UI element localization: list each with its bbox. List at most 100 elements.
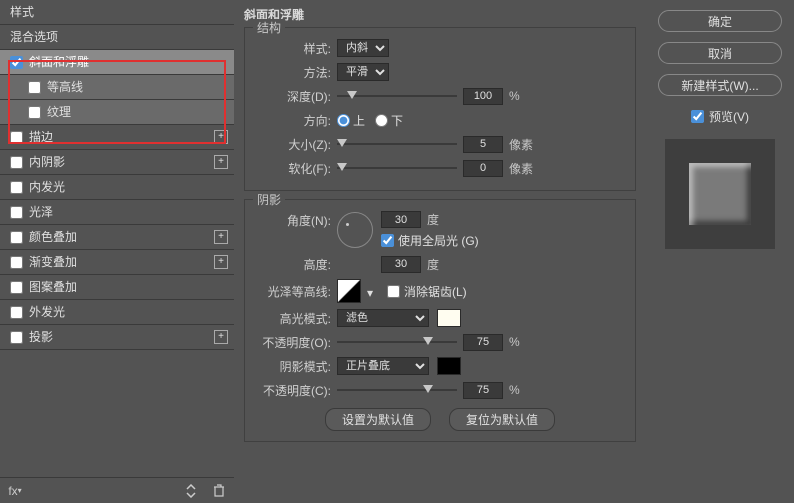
style-checkbox[interactable] — [10, 331, 23, 344]
trash-icon[interactable] — [210, 482, 228, 500]
shadow-mode-select[interactable]: 正片叠底 — [337, 357, 429, 375]
structure-title: 结构 — [253, 19, 285, 36]
panel-title: 斜面和浮雕 — [244, 6, 636, 23]
add-effect-icon[interactable]: + — [214, 330, 228, 344]
add-effect-icon[interactable]: + — [214, 255, 228, 269]
style-item[interactable]: 描边+ — [0, 125, 234, 150]
style-checkbox[interactable] — [10, 256, 23, 269]
style-checkbox[interactable] — [10, 56, 23, 69]
technique-select[interactable]: 平滑 — [337, 63, 389, 81]
style-checkbox[interactable] — [10, 281, 23, 294]
style-list: 斜面和浮雕等高线纹理描边+内阴影+内发光光泽颜色叠加 + 渐变叠加 + 图案叠加外发光投… — [0, 50, 234, 477]
soften-input[interactable] — [463, 160, 503, 177]
style-item[interactable]: 内发光 — [0, 175, 234, 200]
style-item[interactable]: 颜色叠加 + — [0, 225, 234, 250]
style-checkbox[interactable] — [10, 156, 23, 169]
preview-checkbox[interactable]: 预览(V) — [691, 108, 749, 125]
style-label: 样式: — [255, 40, 337, 57]
blend-options-row[interactable]: 混合选项 — [0, 25, 234, 50]
size-label: 大小(Z): — [255, 136, 337, 153]
new-style-button[interactable]: 新建样式(W)... — [658, 74, 782, 96]
gloss-contour-swatch[interactable] — [337, 279, 361, 303]
highlight-opacity-slider[interactable] — [337, 336, 457, 348]
style-label: 图案叠加 — [29, 275, 77, 300]
style-checkbox[interactable] — [28, 106, 41, 119]
center-panel: 斜面和浮雕 结构 样式: 内斜面 方法: 平滑 深度(D): % 方向: 上 下… — [234, 0, 646, 503]
highlight-mode-label: 高光模式: — [255, 310, 337, 327]
shadow-opacity-unit: % — [509, 383, 520, 397]
angle-dial[interactable] — [337, 212, 373, 248]
shadow-opacity-label: 不透明度(C): — [255, 382, 337, 399]
style-checkbox[interactable] — [10, 181, 23, 194]
style-item[interactable]: 外发光 — [0, 300, 234, 325]
add-effect-icon[interactable]: + — [214, 130, 228, 144]
gloss-contour-label: 光泽等高线: — [255, 283, 337, 300]
style-label: 斜面和浮雕 — [29, 50, 89, 75]
reset-default-button[interactable]: 复位为默认值 — [449, 408, 555, 431]
soften-slider[interactable] — [337, 162, 457, 174]
style-item[interactable]: 图案叠加 — [0, 275, 234, 300]
highlight-mode-select[interactable]: 滤色 — [337, 309, 429, 327]
style-select[interactable]: 内斜面 — [337, 39, 389, 57]
depth-slider[interactable] — [337, 90, 457, 102]
style-label: 渐变叠加 — [29, 250, 77, 275]
shadow-opacity-input[interactable] — [463, 382, 503, 399]
style-checkbox[interactable] — [10, 206, 23, 219]
antialias-check[interactable]: 消除锯齿(L) — [387, 283, 467, 300]
preview-inner — [689, 163, 751, 225]
direction-group: 上 下 — [337, 112, 403, 129]
shadow-mode-label: 阴影模式: — [255, 358, 337, 375]
add-effect-icon[interactable]: + — [214, 155, 228, 169]
style-label: 颜色叠加 — [29, 225, 77, 250]
angle-label: 角度(N): — [255, 208, 337, 229]
angle-input[interactable] — [381, 211, 421, 228]
style-label: 光泽 — [29, 200, 53, 225]
soften-label: 软化(F): — [255, 160, 337, 177]
style-checkbox[interactable] — [10, 306, 23, 319]
style-item[interactable]: 纹理 — [0, 100, 234, 125]
shadow-color-swatch[interactable] — [437, 357, 461, 375]
style-item[interactable]: 斜面和浮雕 — [0, 50, 234, 75]
depth-input[interactable] — [463, 88, 503, 105]
style-item[interactable]: 投影 + — [0, 325, 234, 350]
direction-label: 方向: — [255, 112, 337, 129]
style-item[interactable]: 渐变叠加 + — [0, 250, 234, 275]
direction-up-radio[interactable]: 上 — [337, 112, 365, 129]
style-item[interactable]: 等高线 — [0, 75, 234, 100]
highlight-opacity-label: 不透明度(O): — [255, 334, 337, 351]
shadow-opacity-slider[interactable] — [337, 384, 457, 396]
global-light-check[interactable]: 使用全局光 (G) — [381, 232, 479, 249]
style-label: 内发光 — [29, 175, 65, 200]
highlight-opacity-input[interactable] — [463, 334, 503, 351]
altitude-unit: 度 — [427, 256, 439, 273]
size-input[interactable] — [463, 136, 503, 153]
arrows-icon[interactable] — [182, 482, 200, 500]
make-default-button[interactable]: 设置为默认值 — [325, 408, 431, 431]
cancel-button[interactable]: 取消 — [658, 42, 782, 64]
right-panel: 确定 取消 新建样式(W)... 预览(V) — [646, 0, 794, 503]
style-label: 投影 — [29, 325, 53, 350]
ok-button[interactable]: 确定 — [658, 10, 782, 32]
highlight-color-swatch[interactable] — [437, 309, 461, 327]
style-label: 纹理 — [47, 100, 71, 125]
fx-icon[interactable]: fx▾ — [6, 482, 24, 500]
highlight-opacity-unit: % — [509, 335, 520, 349]
altitude-input[interactable] — [381, 256, 421, 273]
style-checkbox[interactable] — [28, 81, 41, 94]
style-checkbox[interactable] — [10, 131, 23, 144]
style-checkbox[interactable] — [10, 231, 23, 244]
styles-header: 样式 — [0, 0, 234, 25]
structure-fieldset: 结构 样式: 内斜面 方法: 平滑 深度(D): % 方向: 上 下 大小(Z)… — [244, 27, 636, 191]
style-item[interactable]: 内阴影+ — [0, 150, 234, 175]
shadow-title: 阴影 — [253, 191, 285, 208]
left-footer: fx▾ — [0, 477, 234, 503]
add-effect-icon[interactable]: + — [214, 230, 228, 244]
gloss-dropdown-icon[interactable]: ▾ — [367, 286, 377, 296]
preview-box — [665, 139, 775, 249]
style-item[interactable]: 光泽 — [0, 200, 234, 225]
style-label: 外发光 — [29, 300, 65, 325]
blend-options-label: 混合选项 — [10, 25, 58, 50]
technique-label: 方法: — [255, 64, 337, 81]
size-slider[interactable] — [337, 138, 457, 150]
direction-down-radio[interactable]: 下 — [375, 112, 403, 129]
